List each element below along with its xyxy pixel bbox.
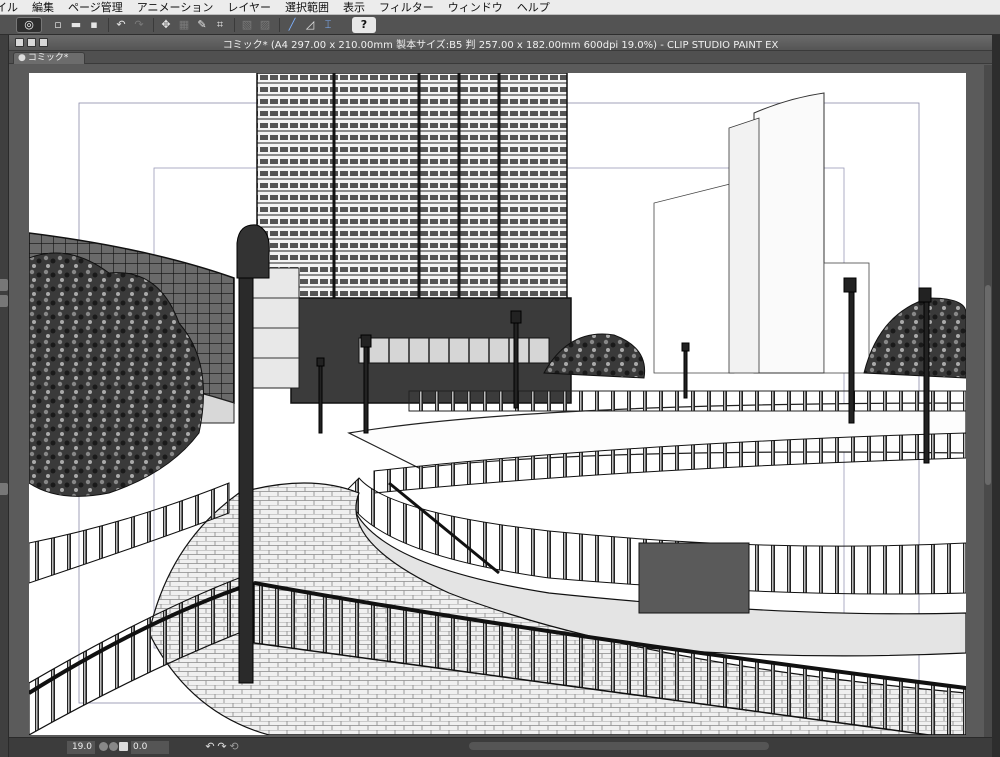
redo-icon[interactable]: ↷ (131, 17, 147, 33)
menu-page-management[interactable]: ページ管理 (60, 0, 129, 15)
zoom-stepper-icon[interactable] (99, 742, 108, 751)
window-title-bar[interactable]: コミック* (A4 297.00 x 210.00mm 製本サイズ:B5 判 2… (9, 35, 992, 51)
command-bar: ◎ ▫ ▬ ▪ ↶ ↷ ✥ ▦ ✎ ⌗ ▧ ▨ ╱ ◿ ⌶ ? (0, 15, 1000, 35)
palette-handle-icon[interactable] (0, 279, 8, 291)
menu-animation[interactable]: アニメーション (129, 0, 220, 15)
clip-studio-logo-icon[interactable]: ◎ (16, 16, 42, 33)
menu-bar: イル 編集 ページ管理 アニメーション レイヤー 選択範囲 表示 フィルター ウ… (0, 0, 1000, 15)
horizontal-scrollbar[interactable] (469, 742, 769, 750)
toolbar-separator (153, 17, 154, 32)
document-tab[interactable]: ● コミック* (13, 52, 85, 64)
help-icon[interactable]: ? (352, 16, 376, 33)
zoom-field[interactable]: 19.0 (67, 741, 95, 754)
snap-ruler-icon[interactable]: ╱ (284, 17, 300, 33)
toolbar-separator (108, 17, 109, 32)
left-palette-strip (0, 35, 9, 757)
snap-grid-icon[interactable]: ⌶ (320, 17, 336, 33)
selection-hide-icon[interactable]: ▧ (239, 17, 255, 33)
undo-icon[interactable]: ↶ (113, 17, 129, 33)
document-tab-label: コミック* (27, 53, 69, 63)
rotation-angle-field[interactable]: 0.0 (131, 741, 169, 754)
tab-close-icon[interactable]: ● (18, 53, 26, 63)
stairwell-shadow (638, 542, 750, 614)
canvas-page[interactable] (29, 73, 966, 735)
tall-building (256, 73, 568, 324)
right-tree (863, 297, 966, 379)
fill-icon[interactable]: ✎ (194, 17, 210, 33)
snap-special-ruler-icon[interactable]: ◿ (302, 17, 318, 33)
zoom-fit-icon[interactable] (109, 742, 118, 751)
transform-icon[interactable]: ✥ (158, 17, 174, 33)
document-tab-bar: ● コミック* (9, 51, 992, 64)
canvas-artwork (29, 73, 966, 735)
crop-icon[interactable]: ⌗ (212, 17, 228, 33)
toolbar-separator (234, 17, 235, 32)
vertical-scrollbar[interactable] (984, 65, 992, 737)
actual-size-icon[interactable] (119, 742, 128, 751)
status-bar: 19.0 0.0 ↶ ↷ ⟲ (9, 737, 992, 757)
selection-invert-icon[interactable]: ▨ (257, 17, 273, 33)
document-window: コミック* (A4 297.00 x 210.00mm 製本サイズ:B5 判 2… (9, 35, 992, 757)
right-tower-back (653, 182, 735, 374)
rotate-left-icon[interactable]: ↶ (204, 740, 216, 754)
canvas-area[interactable] (9, 65, 992, 737)
clear-icon[interactable]: ▦ (176, 17, 192, 33)
menu-selection[interactable]: 選択範囲 (277, 0, 335, 15)
right-tower (753, 92, 825, 374)
scroll-thumb[interactable] (985, 285, 991, 485)
rotate-right-icon[interactable]: ↷ (216, 740, 228, 754)
podium-windows (358, 337, 550, 364)
menu-window[interactable]: ウィンドウ (440, 0, 509, 15)
window-title: コミック* (A4 297.00 x 210.00mm 製本サイズ:B5 判 2… (222, 40, 779, 51)
toolbar-separator (279, 17, 280, 32)
menu-edit[interactable]: 編集 (24, 0, 60, 15)
palette-handle-icon[interactable] (0, 483, 8, 495)
menu-filter[interactable]: フィルター (371, 0, 440, 15)
right-tower-side (728, 117, 760, 374)
open-folder-icon[interactable]: ▬ (68, 17, 84, 33)
new-file-icon[interactable]: ▫ (50, 17, 66, 33)
right-palette-strip (992, 35, 1000, 757)
menu-file[interactable]: イル (0, 0, 24, 15)
menu-help[interactable]: ヘルプ (509, 0, 556, 15)
palette-handle-icon[interactable] (0, 295, 8, 307)
reset-rotation-icon[interactable]: ⟲ (228, 740, 240, 754)
save-icon[interactable]: ▪ (86, 17, 102, 33)
menu-view[interactable]: 表示 (335, 0, 371, 15)
menu-layer[interactable]: レイヤー (219, 0, 277, 15)
